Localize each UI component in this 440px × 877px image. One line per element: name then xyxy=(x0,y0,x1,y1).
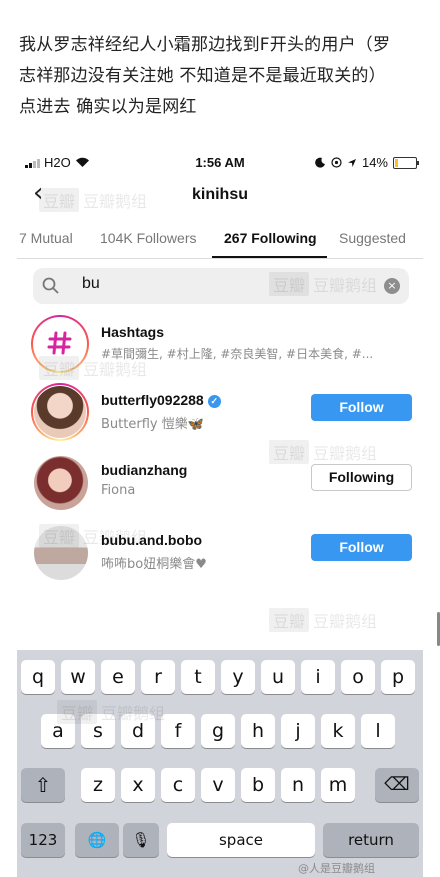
battery-icon xyxy=(393,156,419,169)
return-key[interactable]: return xyxy=(323,823,419,857)
key-n[interactable]: n xyxy=(281,768,315,802)
tab-followers[interactable]: 104K Followers xyxy=(100,230,197,246)
microphone-icon[interactable]: 🎙 xyxy=(123,823,159,857)
key-f[interactable]: f xyxy=(161,714,195,748)
watermark: 豆瓣 豆瓣鹅组 xyxy=(39,356,147,380)
instagram-screenshot: H2O 1:56 AM 14% ‹ kinihsu 7 Mutual 104K … xyxy=(17,148,423,877)
result-name: budianzhang xyxy=(101,462,188,478)
key-g[interactable]: g xyxy=(201,714,235,748)
caption-line-3: 点进去 确实以为是网红 xyxy=(19,97,197,117)
key-q[interactable]: q xyxy=(21,660,55,694)
avatar[interactable] xyxy=(34,386,86,438)
globe-icon[interactable]: 🌐 xyxy=(75,823,119,857)
key-o[interactable]: o xyxy=(341,660,375,694)
verified-badge-icon: ✓ xyxy=(207,395,221,408)
key-l[interactable]: l xyxy=(361,714,395,748)
key-x[interactable]: x xyxy=(121,768,155,802)
status-bar: H2O 1:56 AM 14% xyxy=(17,148,423,176)
location-icon xyxy=(347,158,356,167)
search-icon xyxy=(42,277,59,294)
moon-icon xyxy=(315,157,325,168)
key-y[interactable]: y xyxy=(221,660,255,694)
key-i[interactable]: i xyxy=(301,660,335,694)
follow-tabs: 7 Mutual 104K Followers 267 Following Su… xyxy=(17,222,423,259)
key-t[interactable]: t xyxy=(181,660,215,694)
key-z[interactable]: z xyxy=(81,768,115,802)
key-r[interactable]: r xyxy=(141,660,175,694)
caption-line-2: 志祥那边没有关注她 不知道是不是最近取关的） xyxy=(19,66,386,86)
result-subtitle: Fiona xyxy=(101,483,136,498)
orientation-lock-icon xyxy=(331,157,342,168)
result-subtitle: 咘咘bo妞桐樂會♥ xyxy=(101,557,207,572)
shift-key[interactable]: ⇧ xyxy=(21,768,65,802)
list-item-budianzhang[interactable]: budianzhang Fiona Following xyxy=(17,454,423,524)
avatar[interactable] xyxy=(34,456,88,510)
key-k[interactable]: k xyxy=(321,714,355,748)
key-c[interactable]: c xyxy=(161,768,195,802)
watermark: 豆瓣 豆瓣鹅组 xyxy=(57,700,165,724)
active-tab-indicator xyxy=(212,256,327,258)
ios-keyboard: q w e r t y u i o p a s d f g h j k l ⇧ … xyxy=(17,650,423,877)
delete-key[interactable]: ⌫ xyxy=(375,768,419,802)
battery-percent: 14% xyxy=(361,155,388,170)
tab-suggested[interactable]: Suggested xyxy=(339,230,406,246)
result-name: Hashtags xyxy=(101,324,165,340)
space-key[interactable]: space xyxy=(167,823,315,857)
result-name: butterfly092288 ✓ xyxy=(101,392,221,408)
bottom-watermark: @人是豆瓣鹅组 xyxy=(298,862,375,875)
key-v[interactable]: v xyxy=(201,768,235,802)
result-subtitle: Butterfly 愷樂🦋 xyxy=(101,417,204,432)
follow-button[interactable]: Follow xyxy=(311,534,412,561)
key-h[interactable]: h xyxy=(241,714,275,748)
key-j[interactable]: j xyxy=(281,714,315,748)
clear-search-icon[interactable]: × xyxy=(384,278,400,294)
search-value[interactable]: bu xyxy=(82,275,100,293)
tab-following[interactable]: 267 Following xyxy=(224,230,317,246)
hashtag-icon xyxy=(47,331,72,355)
key-e[interactable]: e xyxy=(101,660,135,694)
numbers-key[interactable]: 123 xyxy=(21,823,65,857)
follow-button[interactable]: Follow xyxy=(311,394,412,421)
watermark: 豆瓣 豆瓣鹅组 xyxy=(269,440,377,464)
watermark: 豆瓣 豆瓣鹅组 xyxy=(39,188,147,212)
following-button[interactable]: Following xyxy=(311,464,412,491)
caption-line-1: 我从罗志祥经纪人小霜那边找到F开头的用户（罗 xyxy=(19,35,391,55)
key-u[interactable]: u xyxy=(261,660,295,694)
watermark: 豆瓣 豆瓣鹅组 xyxy=(269,608,377,632)
key-m[interactable]: m xyxy=(321,768,355,802)
key-b[interactable]: b xyxy=(241,768,275,802)
key-p[interactable]: p xyxy=(381,660,415,694)
watermark: 豆瓣 豆瓣鹅组 xyxy=(269,272,377,296)
watermark: 豆瓣 豆瓣鹅组 xyxy=(39,524,147,548)
tab-mutual[interactable]: 7 Mutual xyxy=(19,230,73,246)
post-caption: 我从罗志祥经纪人小霜那边找到F开头的用户（罗 志祥那边没有关注她 不知道是不是最… xyxy=(19,30,424,123)
key-w[interactable]: w xyxy=(61,660,95,694)
